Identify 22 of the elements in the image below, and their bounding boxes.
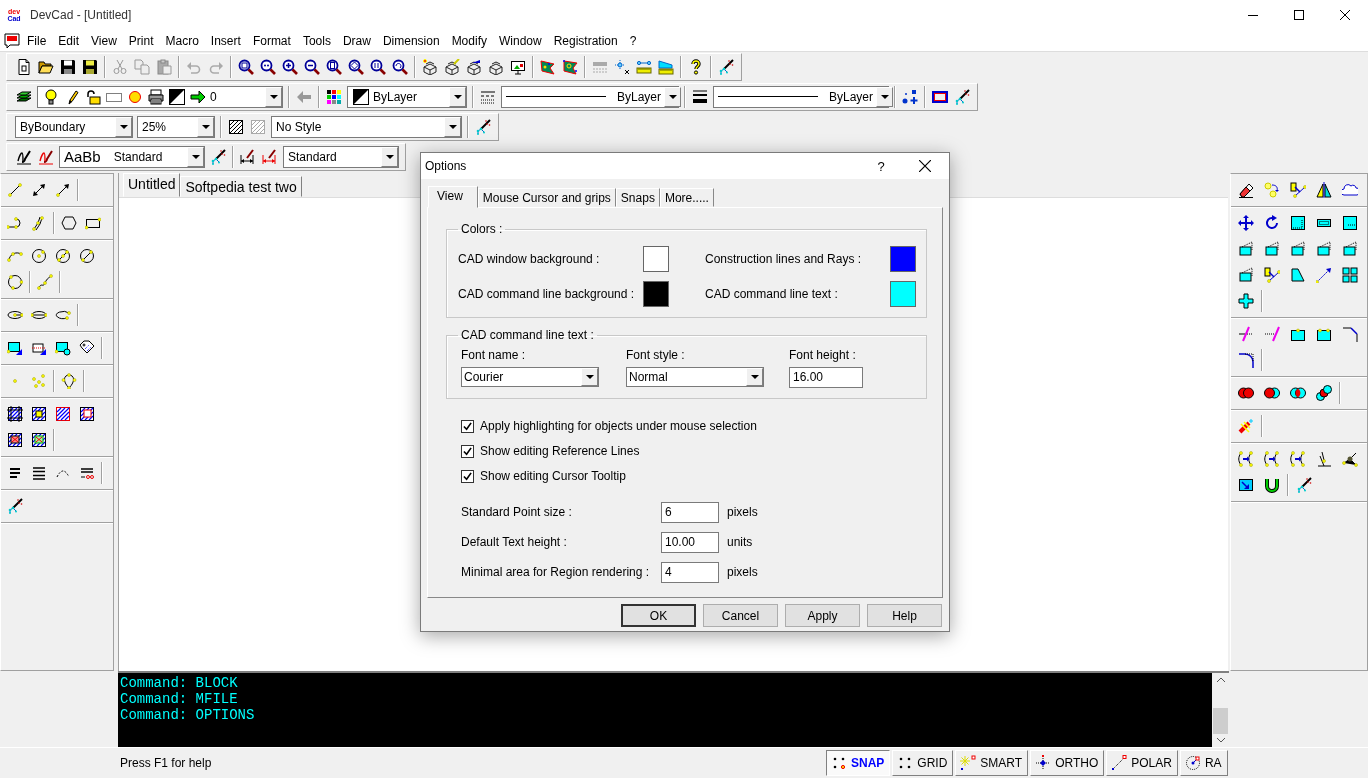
group-title: CAD command line text : <box>460 328 595 342</box>
status-hint: Press F1 for help <box>119 756 213 771</box>
unit-label: pixels <box>727 565 758 579</box>
dialog-title: Options <box>425 159 468 173</box>
window-title: DevCad - [Untitled] <box>30 8 133 23</box>
color-label: CAD window background : <box>458 252 601 266</box>
field-label: Font height : <box>789 348 857 362</box>
command-line-text: Command: MFILE <box>120 691 239 708</box>
group-title: Colors : <box>460 222 504 236</box>
setting-label: Standard Point size : <box>461 505 573 519</box>
field-label: Font name : <box>461 348 527 362</box>
field-label: Font style : <box>626 348 686 362</box>
setting-label: Default Text height : <box>461 535 568 549</box>
color-label: Construction lines and Rays : <box>705 252 863 266</box>
command-line-text: Command: OPTIONS <box>120 707 256 724</box>
unit-label: pixels <box>727 505 758 519</box>
unit-label: units <box>727 535 753 549</box>
setting-label: Minimal area for Region rendering : <box>461 565 651 579</box>
command-line-text: Command: BLOCK <box>120 675 239 692</box>
color-label: CAD command line text : <box>705 287 839 301</box>
color-label: CAD command line background : <box>458 287 636 301</box>
font-preview-text: AaBb <box>64 148 101 166</box>
